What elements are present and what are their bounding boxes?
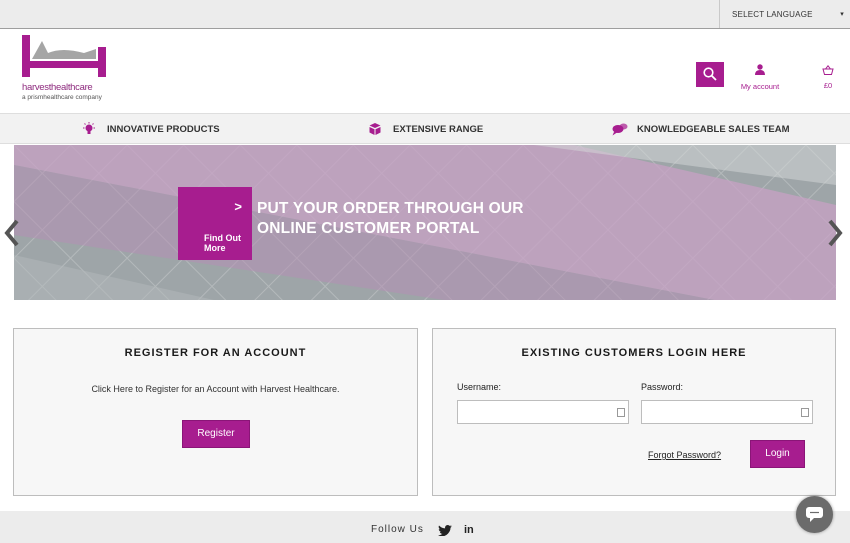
autofill-icon bbox=[617, 408, 625, 417]
register-panel: REGISTER FOR AN ACCOUNT Click Here to Re… bbox=[13, 328, 418, 496]
password-input[interactable] bbox=[641, 400, 813, 424]
bed-logo-icon bbox=[22, 35, 106, 77]
follow-us-label: Follow Us bbox=[371, 524, 424, 535]
linkedin-icon[interactable]: in bbox=[464, 524, 474, 536]
language-label: SELECT LANGUAGE bbox=[732, 10, 813, 19]
top-bar: SELECT LANGUAGE ▾ bbox=[0, 0, 850, 29]
register-button[interactable]: Register bbox=[182, 420, 250, 448]
autofill-icon bbox=[801, 408, 809, 417]
lightbulb-icon bbox=[83, 122, 95, 134]
language-selector[interactable]: SELECT LANGUAGE ▾ bbox=[719, 0, 850, 28]
chat-widget-button[interactable] bbox=[796, 496, 833, 533]
search-icon bbox=[703, 67, 717, 81]
basket-icon bbox=[822, 64, 834, 75]
chevron-left-icon bbox=[4, 219, 19, 247]
logo-wordmark: harvesthealthcare bbox=[22, 82, 93, 93]
hero-title-line2: ONLINE CUSTOMER PORTAL bbox=[257, 220, 480, 237]
boxes-icon bbox=[369, 123, 381, 135]
hero-title-line1: PUT YOUR ORDER THROUGH OUR bbox=[257, 200, 524, 217]
chevron-down-icon: ▾ bbox=[840, 11, 844, 18]
register-heading: REGISTER FOR AN ACCOUNT bbox=[124, 347, 307, 359]
forgot-password-link[interactable]: Forgot Password? bbox=[648, 450, 721, 460]
find-out-more-label: Find Out More bbox=[204, 233, 241, 253]
chevron-right-icon: > bbox=[234, 199, 242, 214]
feature-label: KNOWLEDGEABLE SALES TEAM bbox=[637, 124, 790, 135]
footer: Follow Us in bbox=[0, 511, 850, 543]
cart-total: £0 bbox=[823, 81, 833, 90]
find-out-more-button[interactable]: > Find Out More bbox=[178, 187, 252, 260]
cart-link[interactable]: £0 bbox=[817, 62, 839, 90]
features-bar: INNOVATIVE PRODUCTS EXTENSIVE RANGE KNOW… bbox=[0, 113, 850, 144]
login-button[interactable]: Login bbox=[750, 440, 805, 468]
chevron-right-icon bbox=[828, 219, 843, 247]
hero-title: PUT YOUR ORDER THROUGH OUR ONLINE CUSTOM… bbox=[257, 199, 577, 239]
my-account-link[interactable]: My account bbox=[737, 62, 783, 91]
hero-banner[interactable]: > Find Out More PUT YOUR ORDER THROUGH O… bbox=[14, 145, 836, 300]
carousel-prev-button[interactable] bbox=[3, 218, 21, 248]
feature-label: INNOVATIVE PRODUCTS bbox=[107, 124, 220, 135]
feature-label: EXTENSIVE RANGE bbox=[393, 124, 484, 135]
user-icon bbox=[755, 64, 765, 75]
twitter-icon[interactable] bbox=[438, 525, 452, 536]
login-panel: EXISTING CUSTOMERS LOGIN HERE Username: … bbox=[432, 328, 836, 496]
username-label: Username: bbox=[457, 382, 502, 392]
site-header: harvesthealthcare a prismhealthcare comp… bbox=[0, 29, 850, 113]
chat-icon bbox=[806, 507, 823, 522]
carousel-next-button[interactable] bbox=[826, 218, 844, 248]
password-label: Password: bbox=[641, 382, 684, 392]
register-description[interactable]: Click Here to Register for an Account wi… bbox=[14, 384, 417, 394]
speech-bubble-icon bbox=[612, 123, 628, 136]
logo-tagline: a prismhealthcare company bbox=[22, 94, 102, 101]
search-button[interactable] bbox=[696, 62, 724, 87]
username-input[interactable] bbox=[457, 400, 629, 424]
login-heading: EXISTING CUSTOMERS LOGIN HERE bbox=[521, 347, 747, 359]
my-account-label: My account bbox=[740, 82, 780, 91]
